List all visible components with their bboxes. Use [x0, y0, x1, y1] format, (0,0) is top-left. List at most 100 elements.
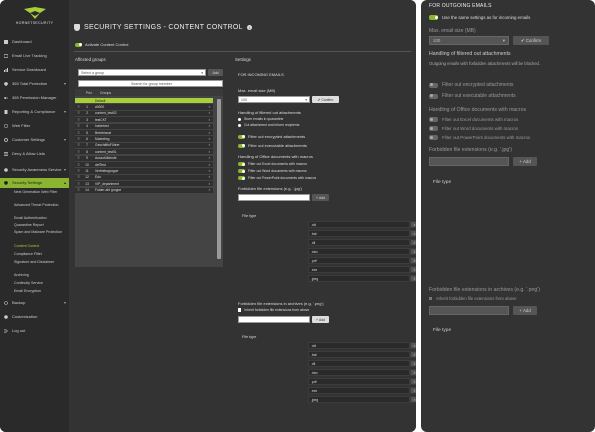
close-icon[interactable]: × — [410, 360, 416, 367]
incoming-radio-quarantine[interactable]: Store emails in quarantine — [238, 117, 283, 121]
close-icon[interactable]: × — [410, 221, 416, 228]
table-row[interactable]: ⠿ 8 content_test01 × — [75, 149, 213, 156]
toggle-switch[interactable] — [238, 134, 245, 139]
outgoing-add-button[interactable]: + Add — [513, 157, 537, 166]
subnav-email-encryption[interactable]: Email Encryption — [14, 289, 69, 293]
close-icon[interactable]: × — [206, 143, 213, 147]
close-icon[interactable]: × — [206, 99, 213, 103]
close-icon[interactable]: × — [410, 387, 416, 394]
close-icon[interactable]: × — [410, 351, 416, 358]
table-row[interactable]: ⠿ 3 testCKT × — [75, 117, 213, 124]
table-row[interactable]: ⠿ 11 Vertriebsgruppe × — [75, 168, 213, 175]
nav-item-365-total-protection[interactable]: 365 Total Protection ▾ — [0, 81, 69, 87]
close-icon[interactable]: × — [206, 150, 213, 154]
close-icon[interactable]: × — [206, 137, 213, 141]
nav-item-security-settings[interactable]: Security Settings ▴ — [0, 178, 69, 188]
toggle-switch[interactable] — [238, 169, 245, 173]
subnav-continuity-service[interactable]: Continuity Service — [14, 281, 69, 285]
subnav-email-authentication[interactable]: Email Authentication — [14, 216, 69, 220]
drag-handle-icon[interactable]: ⠿ — [75, 188, 82, 192]
toggle-switch[interactable] — [429, 15, 438, 20]
table-row[interactable]: ⠿ 2 content_test02 × — [75, 110, 213, 117]
close-icon[interactable]: × — [206, 156, 213, 160]
nav-item-reporting[interactable]: Reporting & Compliance ▾ — [0, 109, 69, 115]
close-icon[interactable]: × — [206, 124, 213, 128]
table-row[interactable]: ⠿ 10 defTest × — [75, 162, 213, 169]
info-icon[interactable]: i — [246, 25, 252, 30]
close-icon[interactable]: × — [206, 169, 213, 173]
close-icon[interactable]: × — [410, 257, 416, 264]
incoming-radio-cut[interactable]: Cut attachment and inform recipients — [238, 123, 299, 127]
table-row[interactable]: ⠿ 14 Folder-abt gruppe × — [75, 187, 213, 194]
nav-item-web-filter[interactable]: Web Filter — [0, 123, 69, 129]
subnav-advanced-threat-protection[interactable]: Advanced Threat Protection — [14, 203, 69, 207]
nav-item-dashboard[interactable]: Dashboard — [0, 39, 69, 45]
table-row[interactable]: ⠿ 9 Auszubildende × — [75, 155, 213, 162]
close-icon[interactable]: × — [410, 239, 416, 246]
close-icon[interactable]: × — [206, 163, 213, 167]
activate-toggle[interactable] — [75, 42, 82, 47]
close-icon[interactable]: × — [410, 342, 416, 349]
add-group-button[interactable]: Add — [208, 69, 223, 76]
drag-handle-icon[interactable]: ⠿ — [75, 163, 82, 167]
nav-item-service-dashboard[interactable]: Service Dashboard — [0, 67, 69, 73]
incoming-archive-input[interactable] — [238, 316, 310, 323]
drag-handle-icon[interactable]: ⠿ — [75, 105, 82, 109]
subnav-signature-disclaimer[interactable]: Signature and Disclaimer — [14, 260, 69, 264]
drag-handle-icon[interactable]: ⠿ — [75, 137, 82, 141]
toggle-switch[interactable] — [238, 162, 245, 166]
nav-item-deny-allow[interactable]: Deny & Allow Lists — [0, 151, 69, 157]
subnav-compliance-filter[interactable]: Compliance Filter — [14, 252, 69, 256]
incoming-archive-add-button[interactable]: + Add — [312, 316, 329, 323]
table-row[interactable]: ⠿ 5 Betriebsrat × — [75, 130, 213, 137]
close-icon[interactable]: × — [206, 182, 213, 186]
table-row[interactable]: ⠿ 1 a9300 × — [75, 104, 213, 111]
close-icon[interactable]: × — [410, 248, 416, 255]
subnav-content-control[interactable]: Content Control — [14, 244, 69, 248]
nav-item-customization[interactable]: Customization — [0, 314, 69, 320]
incoming-confirm-button[interactable]: ✔ Confirm — [312, 96, 339, 103]
drag-handle-icon[interactable]: ⠿ — [75, 118, 82, 122]
close-icon[interactable]: × — [206, 118, 213, 122]
nav-item-email-live-tracking[interactable]: Email Live Tracking — [0, 53, 69, 59]
drag-handle-icon[interactable]: ⠿ — [75, 143, 82, 147]
incoming-max-size-select[interactable]: 100 ▾ — [238, 96, 310, 103]
toggle-switch[interactable] — [238, 143, 245, 148]
drag-handle-icon[interactable]: ⠿ — [75, 131, 82, 135]
outgoing-inherit-row[interactable]: Inherit forbidden file extensions from a… — [429, 296, 516, 301]
close-icon[interactable]: × — [206, 111, 213, 115]
close-icon[interactable]: × — [410, 396, 416, 403]
drag-handle-icon[interactable]: ⠿ — [75, 150, 82, 154]
close-icon[interactable]: × — [410, 230, 416, 237]
subnav-archiving[interactable]: Archiving — [14, 273, 69, 277]
subnav-quarantine-report[interactable]: Quarantine Report — [14, 223, 69, 227]
close-icon[interactable]: × — [206, 131, 213, 135]
incoming-forbidden-input[interactable] — [238, 194, 310, 201]
outgoing-archive-input[interactable] — [429, 306, 509, 315]
nav-item-backup[interactable]: Backup ▾ — [0, 300, 69, 306]
toggle-switch[interactable] — [429, 93, 438, 99]
close-icon[interactable]: × — [410, 275, 416, 282]
subnav-next-gen-web-filter[interactable]: Next Generation Web Filter — [14, 190, 69, 194]
close-icon[interactable]: × — [206, 188, 213, 192]
table-row[interactable]: ⠿ 13 VIP_department × — [75, 181, 213, 188]
table-row[interactable]: ⠿ Default × — [75, 98, 213, 105]
close-icon[interactable]: × — [410, 369, 416, 376]
toggle-switch[interactable] — [429, 117, 438, 122]
toggle-switch[interactable] — [429, 82, 438, 88]
subnav-spam-malware[interactable]: Spam and Malware Protection — [14, 230, 69, 234]
close-icon[interactable]: × — [206, 175, 213, 179]
drag-handle-icon[interactable]: ⠿ — [75, 99, 82, 103]
table-row[interactable]: ⠿ 4 hubertest × — [75, 123, 213, 130]
outgoing-confirm-button[interactable]: ✔ Confirm — [513, 36, 549, 45]
close-icon[interactable]: × — [410, 266, 416, 273]
nav-item-365-permission-manager[interactable]: 365 Permission Manager — [0, 95, 69, 101]
close-icon[interactable]: × — [410, 378, 416, 385]
outgoing-max-size-select[interactable]: 100 ▾ — [429, 36, 509, 45]
drag-handle-icon[interactable]: ⠿ — [75, 156, 82, 160]
outgoing-archive-add-button[interactable]: + Add — [513, 306, 537, 315]
table-row[interactable]: ⠿ 7 GeschäftsFührer × — [75, 142, 213, 149]
nav-item-security-awareness[interactable]: Security Awareness Service ▾ — [0, 165, 69, 175]
groups-scrollbar[interactable] — [217, 99, 221, 259]
toggle-switch[interactable] — [429, 135, 438, 140]
